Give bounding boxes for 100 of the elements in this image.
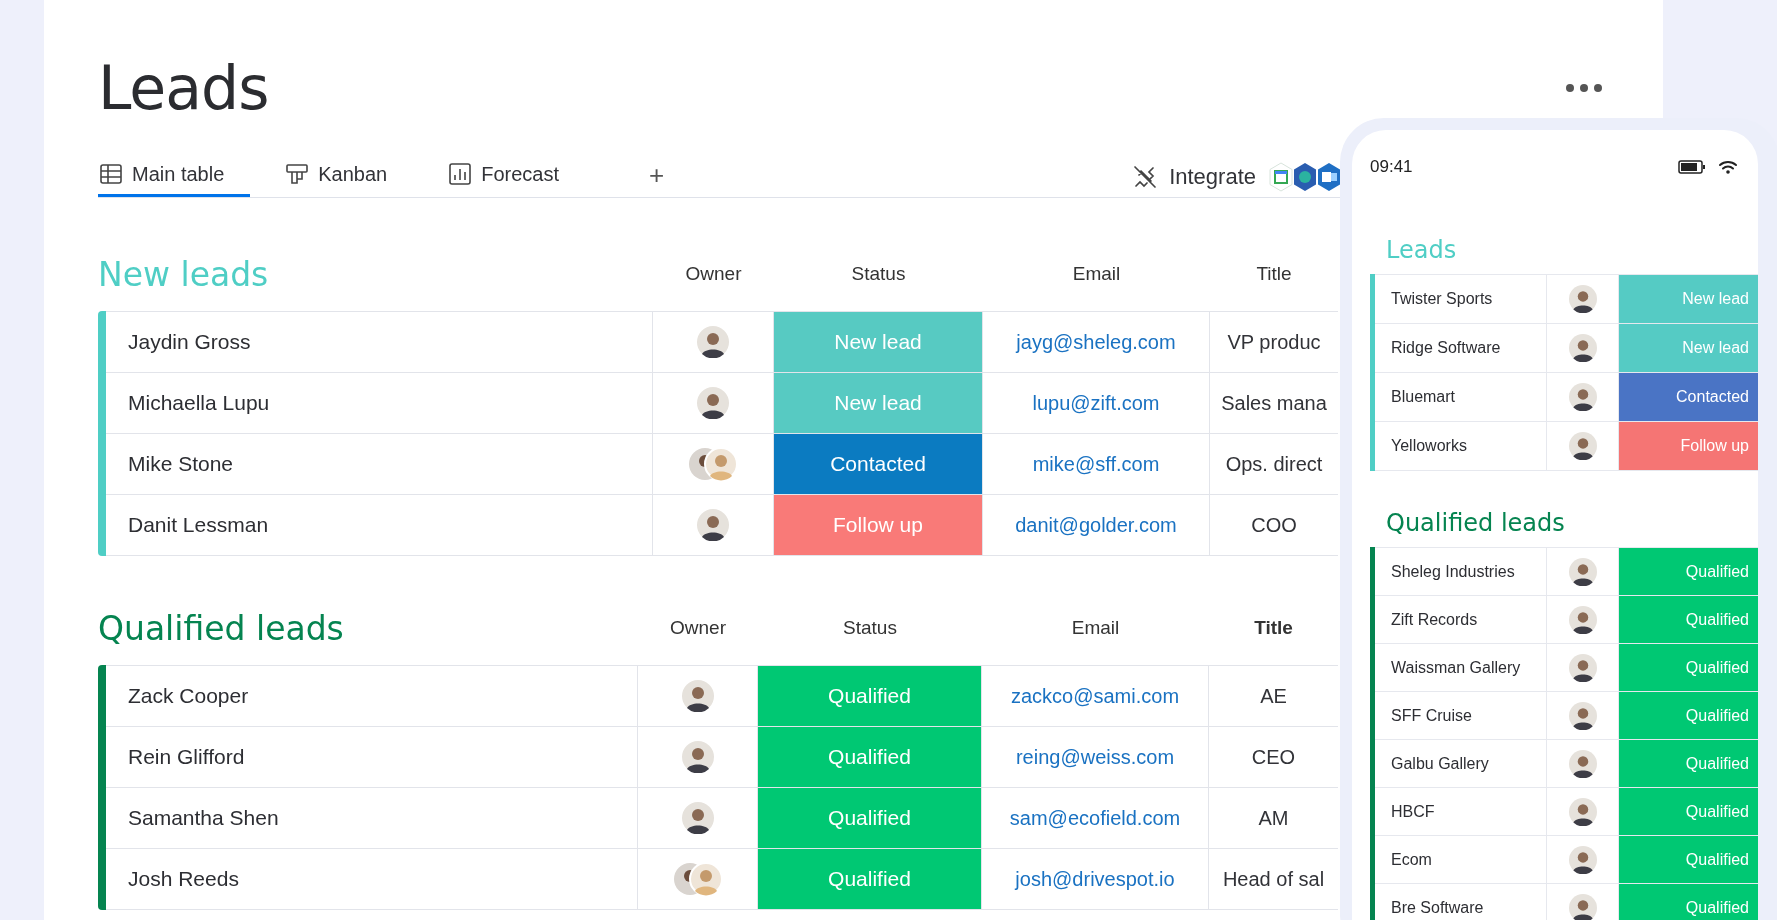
avatar [1568,845,1597,874]
battery-icon [1678,160,1706,174]
status-label[interactable]: Qualified [1619,548,1758,595]
bar-chart-icon [449,163,472,185]
email-link[interactable]: jayg@sheleg.com [1016,330,1176,354]
group-title: Leads [1385,235,1458,266]
avatar-group [688,447,738,481]
job-title: COO [1251,513,1297,537]
lead-name: Samantha Shen [106,788,638,848]
lead-name: Danit Lessman [106,495,653,555]
avatar [697,326,729,358]
status-label[interactable]: Contacted [774,434,983,494]
status-label[interactable]: New lead [774,373,983,433]
avatar [1568,285,1597,313]
avatar [681,680,714,712]
job-title: VP produc [1227,330,1321,354]
company-name: Ridge Software [1391,339,1501,357]
status-label[interactable]: New lead [1619,324,1758,372]
avatar [1568,557,1597,586]
company-name: HBCF [1391,802,1435,821]
view-tab[interactable]: Forecast [447,154,586,197]
email-link[interactable]: josh@drivespot.io [1015,867,1175,891]
column-header: Title [1253,617,1294,639]
more-icon[interactable] [1565,83,1603,93]
company-name: Bre Software [1391,898,1484,917]
lead-name: Mike Stone [106,434,653,494]
email-link[interactable]: sam@ecofield.com [1009,806,1181,830]
lead-name: Michaella Lupu [106,373,653,433]
group-title: New leads [98,254,270,294]
plug-icon [1133,165,1158,189]
avatar-group [672,862,723,896]
status-label[interactable]: Qualified [1619,596,1758,643]
page-title: Leads [98,53,269,123]
avatar [697,387,729,419]
company-name: Zift Records [1391,610,1478,629]
avatar [697,509,729,541]
column-header: Owner [669,617,727,639]
column-header: Status [842,617,898,639]
table-icon [100,164,122,184]
status-label[interactable]: Qualified [1619,884,1758,920]
status-label[interactable]: Qualified [758,727,982,787]
avatar [1568,797,1597,826]
email-link[interactable]: danit@golder.com [1015,513,1177,537]
job-title: Ops. direct [1225,452,1323,476]
avatar [1568,893,1597,920]
company-name: Twister Sports [1391,290,1493,308]
column-header: Email [1071,263,1122,285]
hexagon-icon [1292,162,1318,192]
status-label[interactable]: Qualified [1619,644,1758,691]
wifi-icon [1718,159,1738,175]
job-title: Head of sal [1222,867,1325,891]
status-label[interactable]: Qualified [1619,836,1758,883]
job-title: AE [1260,684,1287,708]
email-link[interactable]: mike@sff.com [1032,452,1160,476]
status-label[interactable]: Qualified [1619,740,1758,787]
avatar [1568,334,1597,362]
avatar [1568,383,1597,411]
avatar [1568,605,1597,634]
avatar [1568,749,1597,778]
group-title: Qualified leads [1385,508,1566,539]
avatar [1568,653,1597,682]
lead-name: Jaydin Gross [106,312,653,372]
status-label[interactable]: Qualified [758,788,982,848]
view-tab[interactable]: Kanban [284,154,414,197]
column-header: Email [1070,617,1121,639]
column-header: Status [850,263,907,285]
status-label[interactable]: Contacted [1619,373,1758,421]
avatar [681,741,714,773]
add-view-button[interactable]: + [649,157,665,197]
avatar [1568,432,1597,460]
calendar-icon [1268,162,1294,192]
status-label[interactable]: Qualified [1619,788,1758,835]
email-link[interactable]: reing@weiss.com [1015,745,1175,769]
kanban-icon [286,164,309,184]
email-link[interactable]: zackco@sami.com [1010,684,1180,708]
status-label[interactable]: New lead [1619,275,1758,323]
column-header: Owner [684,263,743,285]
mail-icon [1316,162,1342,192]
status-label[interactable]: New lead [774,312,983,372]
status-label[interactable]: Qualified [758,666,982,726]
status-label[interactable]: Follow up [774,495,983,555]
company-name: Ecom [1391,850,1432,869]
company-name: Yelloworks [1391,437,1467,455]
lead-name: Zack Cooper [106,666,638,726]
status-time: 09:41 [1370,157,1414,177]
company-name: Galbu Gallery [1391,754,1489,773]
integrate-button[interactable]: Integrate [1133,157,1256,197]
status-label[interactable]: Qualified [1619,692,1758,739]
group-title: Qualified leads [98,608,345,648]
company-name: Sheleg Industries [1391,562,1515,581]
job-title: CEO [1251,745,1296,769]
view-tab[interactable]: Main table [98,154,251,197]
status-label[interactable]: Qualified [758,849,982,909]
avatar [681,802,714,834]
company-name: SFF Cruise [1391,706,1472,725]
job-title: AM [1258,806,1289,830]
email-link[interactable]: lupu@zift.com [1032,391,1160,415]
company-name: Bluemart [1391,388,1456,406]
status-label[interactable]: Follow up [1619,422,1758,470]
company-name: Waissman Gallery [1391,658,1521,677]
